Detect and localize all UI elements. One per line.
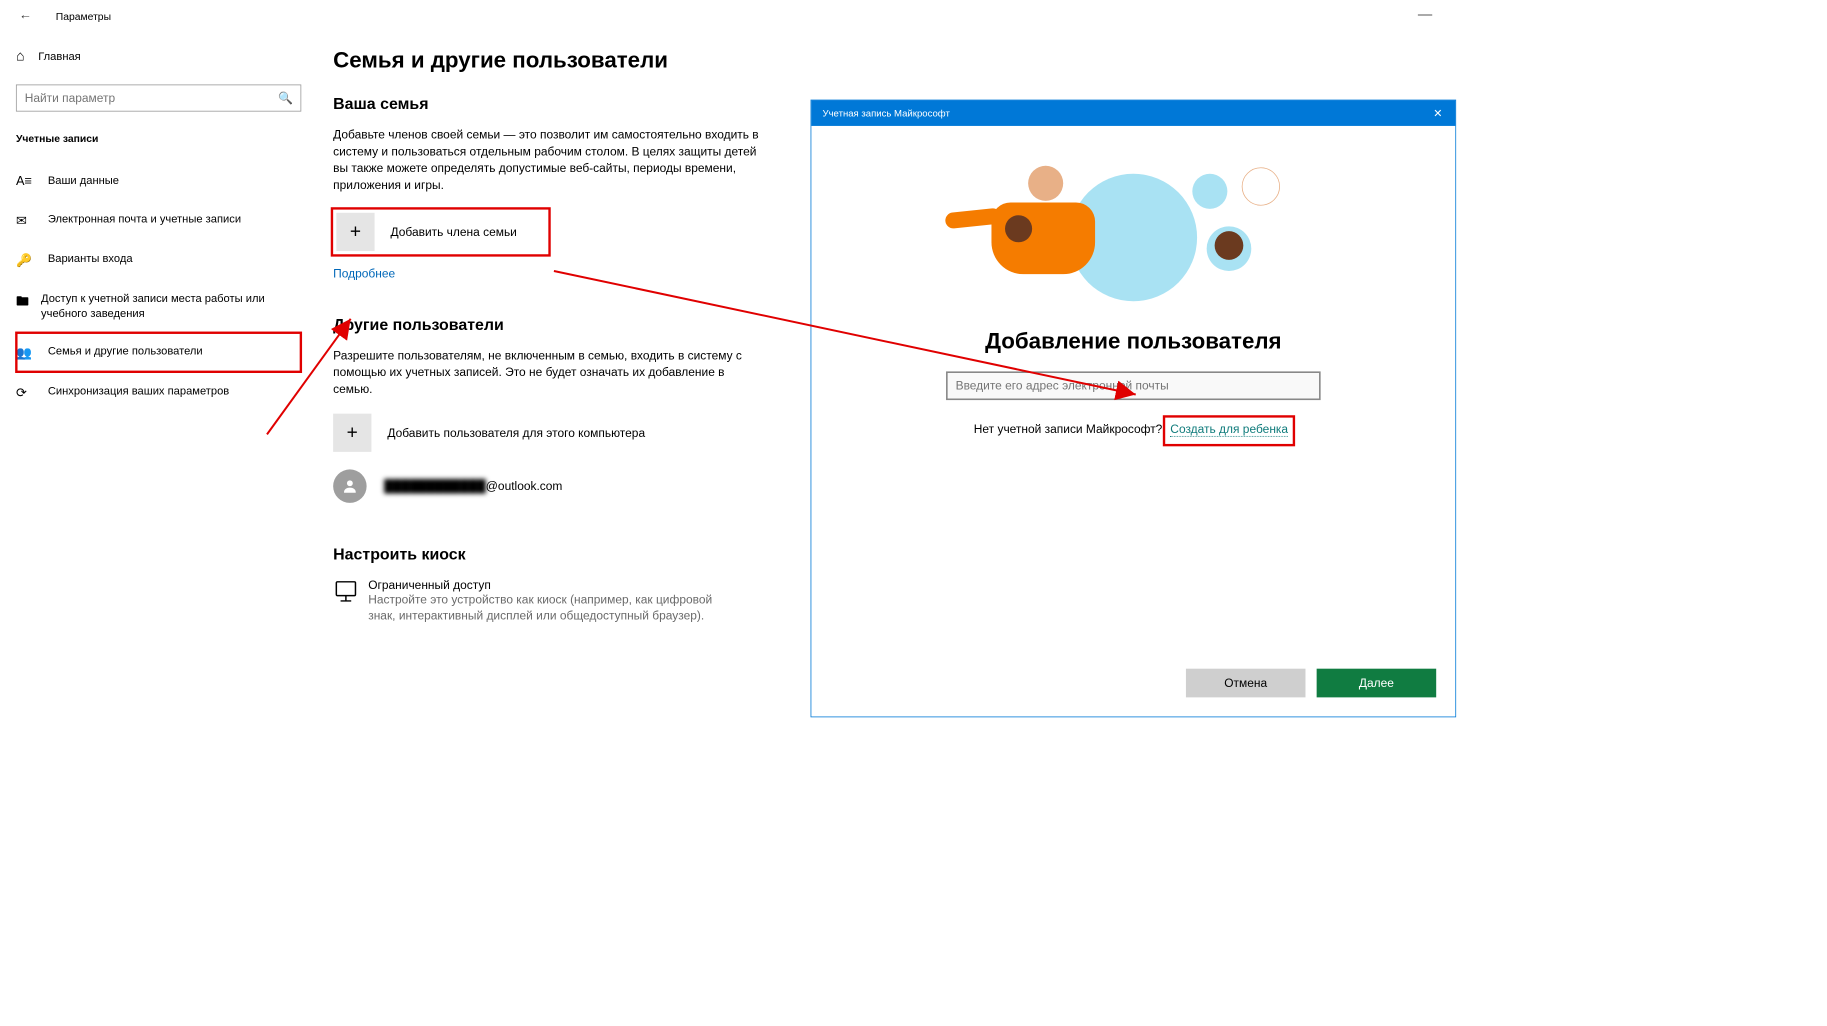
- add-family-member-button[interactable]: + Добавить члена семьи: [333, 210, 548, 255]
- user-email: ████████████@outlook.com: [384, 479, 562, 493]
- search-icon: 🔍: [278, 91, 293, 105]
- plus-icon-box: +: [333, 414, 371, 452]
- dialog-titlebar: Учетная запись Майкрософт ✕: [811, 100, 1455, 126]
- ms-account-dialog: Учетная запись Майкрософт ✕ Добавление п…: [811, 100, 1457, 718]
- page-title: Семья и другие пользователи: [333, 48, 1424, 74]
- others-description: Разрешите пользователям, не включенным в…: [333, 347, 763, 397]
- cancel-button[interactable]: Отмена: [1186, 669, 1306, 698]
- sidebar-section-title: Учетные записи: [16, 132, 301, 144]
- back-arrow-icon[interactable]: ←: [16, 6, 35, 27]
- plus-icon: +: [347, 422, 358, 444]
- sync-icon: ⟳: [16, 383, 48, 401]
- person-card-icon: A≡: [16, 173, 48, 189]
- sidebar-item-signin[interactable]: 🔑 Варианты входа: [16, 240, 301, 280]
- plus-icon: +: [350, 221, 361, 243]
- no-account-text: Нет учетной записи Майкрософт?: [974, 422, 1163, 436]
- search-box[interactable]: 🔍: [16, 84, 301, 111]
- window-title: Параметры: [56, 10, 111, 22]
- briefcase-icon: 🖿: [16, 291, 41, 314]
- sidebar-item-work-access[interactable]: 🖿 Доступ к учетной записи места работы и…: [16, 280, 301, 332]
- kiosk-title: Ограниченный доступ: [368, 579, 719, 593]
- mail-icon: ✉: [16, 211, 48, 229]
- sidebar-home[interactable]: ⌂ Главная: [16, 38, 301, 73]
- sidebar-item-family[interactable]: 👥 Семья и другие пользователи: [16, 332, 301, 372]
- learn-more-link[interactable]: Подробнее: [333, 267, 395, 281]
- search-input[interactable]: [16, 84, 301, 111]
- dialog-heading: Добавление пользователя: [985, 328, 1282, 354]
- avatar-icon: [333, 469, 366, 502]
- family-description: Добавьте членов своей семьи — это позвол…: [333, 127, 763, 194]
- sidebar-item-email[interactable]: ✉ Электронная почта и учетные записи: [16, 200, 301, 240]
- sidebar-item-your-info[interactable]: A≡ Ваши данные: [16, 162, 301, 200]
- sidebar: ⌂ Главная 🔍 Учетные записи A≡ Ваши данны…: [0, 32, 317, 818]
- people-icon: 👥: [16, 343, 48, 361]
- plus-icon-box: +: [336, 213, 374, 251]
- kiosk-monitor-icon: [333, 579, 368, 610]
- window-titlebar: ← Параметры: [0, 0, 1456, 32]
- next-button[interactable]: Далее: [1317, 669, 1437, 698]
- close-icon[interactable]: ✕: [1428, 105, 1447, 122]
- home-icon: ⌂: [16, 47, 38, 64]
- key-icon: 🔑: [16, 251, 48, 269]
- sidebar-item-sync[interactable]: ⟳ Синхронизация ваших параметров: [16, 372, 301, 412]
- create-for-child-link[interactable]: Создать для ребенка: [1170, 422, 1288, 436]
- kiosk-description: Настройте это устройство как киоск (напр…: [368, 592, 719, 624]
- family-illustration: [990, 166, 1277, 309]
- sidebar-home-label: Главная: [38, 49, 80, 62]
- minimize-icon[interactable]: —: [1418, 6, 1432, 23]
- email-input[interactable]: [946, 371, 1321, 400]
- dialog-title: Учетная запись Майкрософт: [823, 108, 950, 119]
